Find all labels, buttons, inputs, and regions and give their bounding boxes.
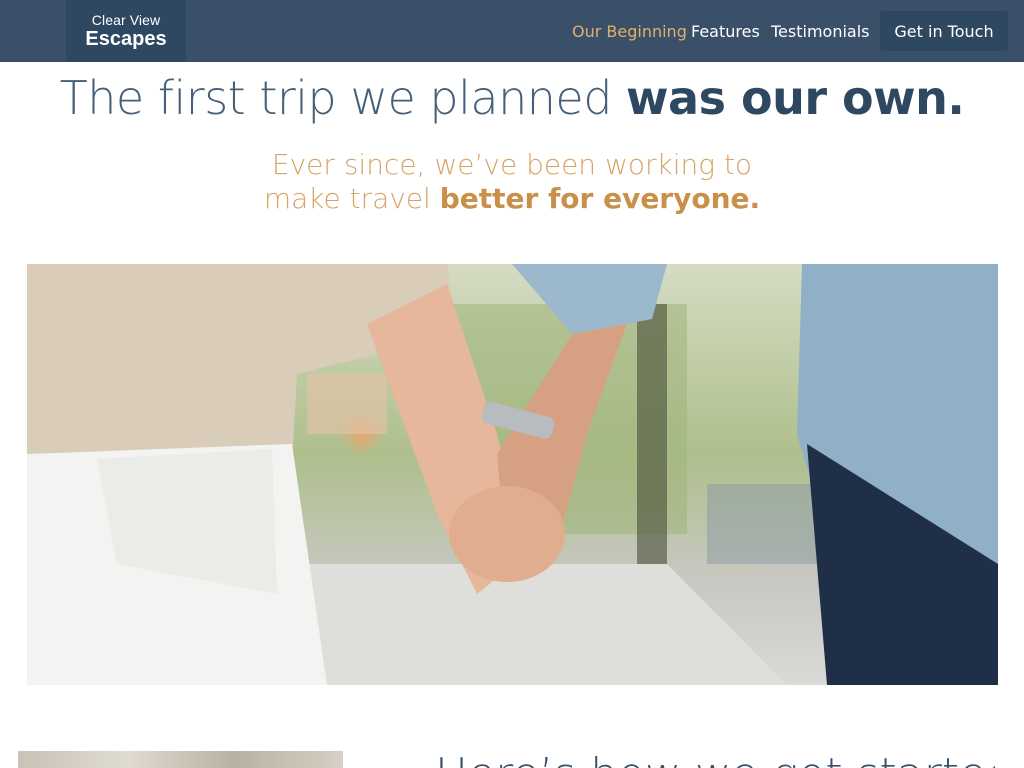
brand-logo[interactable]: Clear View Escapes: [66, 0, 186, 62]
section-thumbnail-image: [18, 751, 343, 768]
nav-item-testimonials[interactable]: Testimonials: [771, 0, 870, 62]
nav-item-features[interactable]: Features: [691, 0, 760, 62]
brand-name-line1: Clear View: [91, 12, 161, 28]
nav-link-testimonials[interactable]: Testimonials: [771, 22, 870, 41]
nav-link-our-beginning[interactable]: Our Beginning: [572, 22, 687, 41]
subheadline-bold-text: better for everyone.: [439, 182, 761, 215]
get-in-touch-button[interactable]: Get in Touch: [880, 11, 1008, 51]
headline-bold-text: was our own.: [626, 71, 965, 125]
top-navigation-bar: Clear View Escapes Our Beginning Feature…: [0, 0, 1024, 62]
page-headline: The first trip we planned was our own.: [0, 70, 1024, 126]
headline-light-text: The first trip we planned: [59, 71, 613, 125]
subheadline-line2: make travel better for everyone.: [0, 182, 1024, 216]
subheadline-light-text: make travel: [263, 182, 431, 215]
section-heading: Here’s how we got started: [435, 750, 995, 768]
subheadline-line1: Ever since, we’ve been working to: [271, 148, 753, 181]
nav-link-features[interactable]: Features: [691, 22, 760, 41]
page-subheadline: Ever since, we’ve been working to make t…: [0, 148, 1024, 216]
hero-photo-couple-holding-hands: [27, 264, 998, 685]
nav-item-our-beginning[interactable]: Our Beginning: [572, 0, 687, 62]
brand-name-line2: Escapes: [85, 28, 167, 50]
